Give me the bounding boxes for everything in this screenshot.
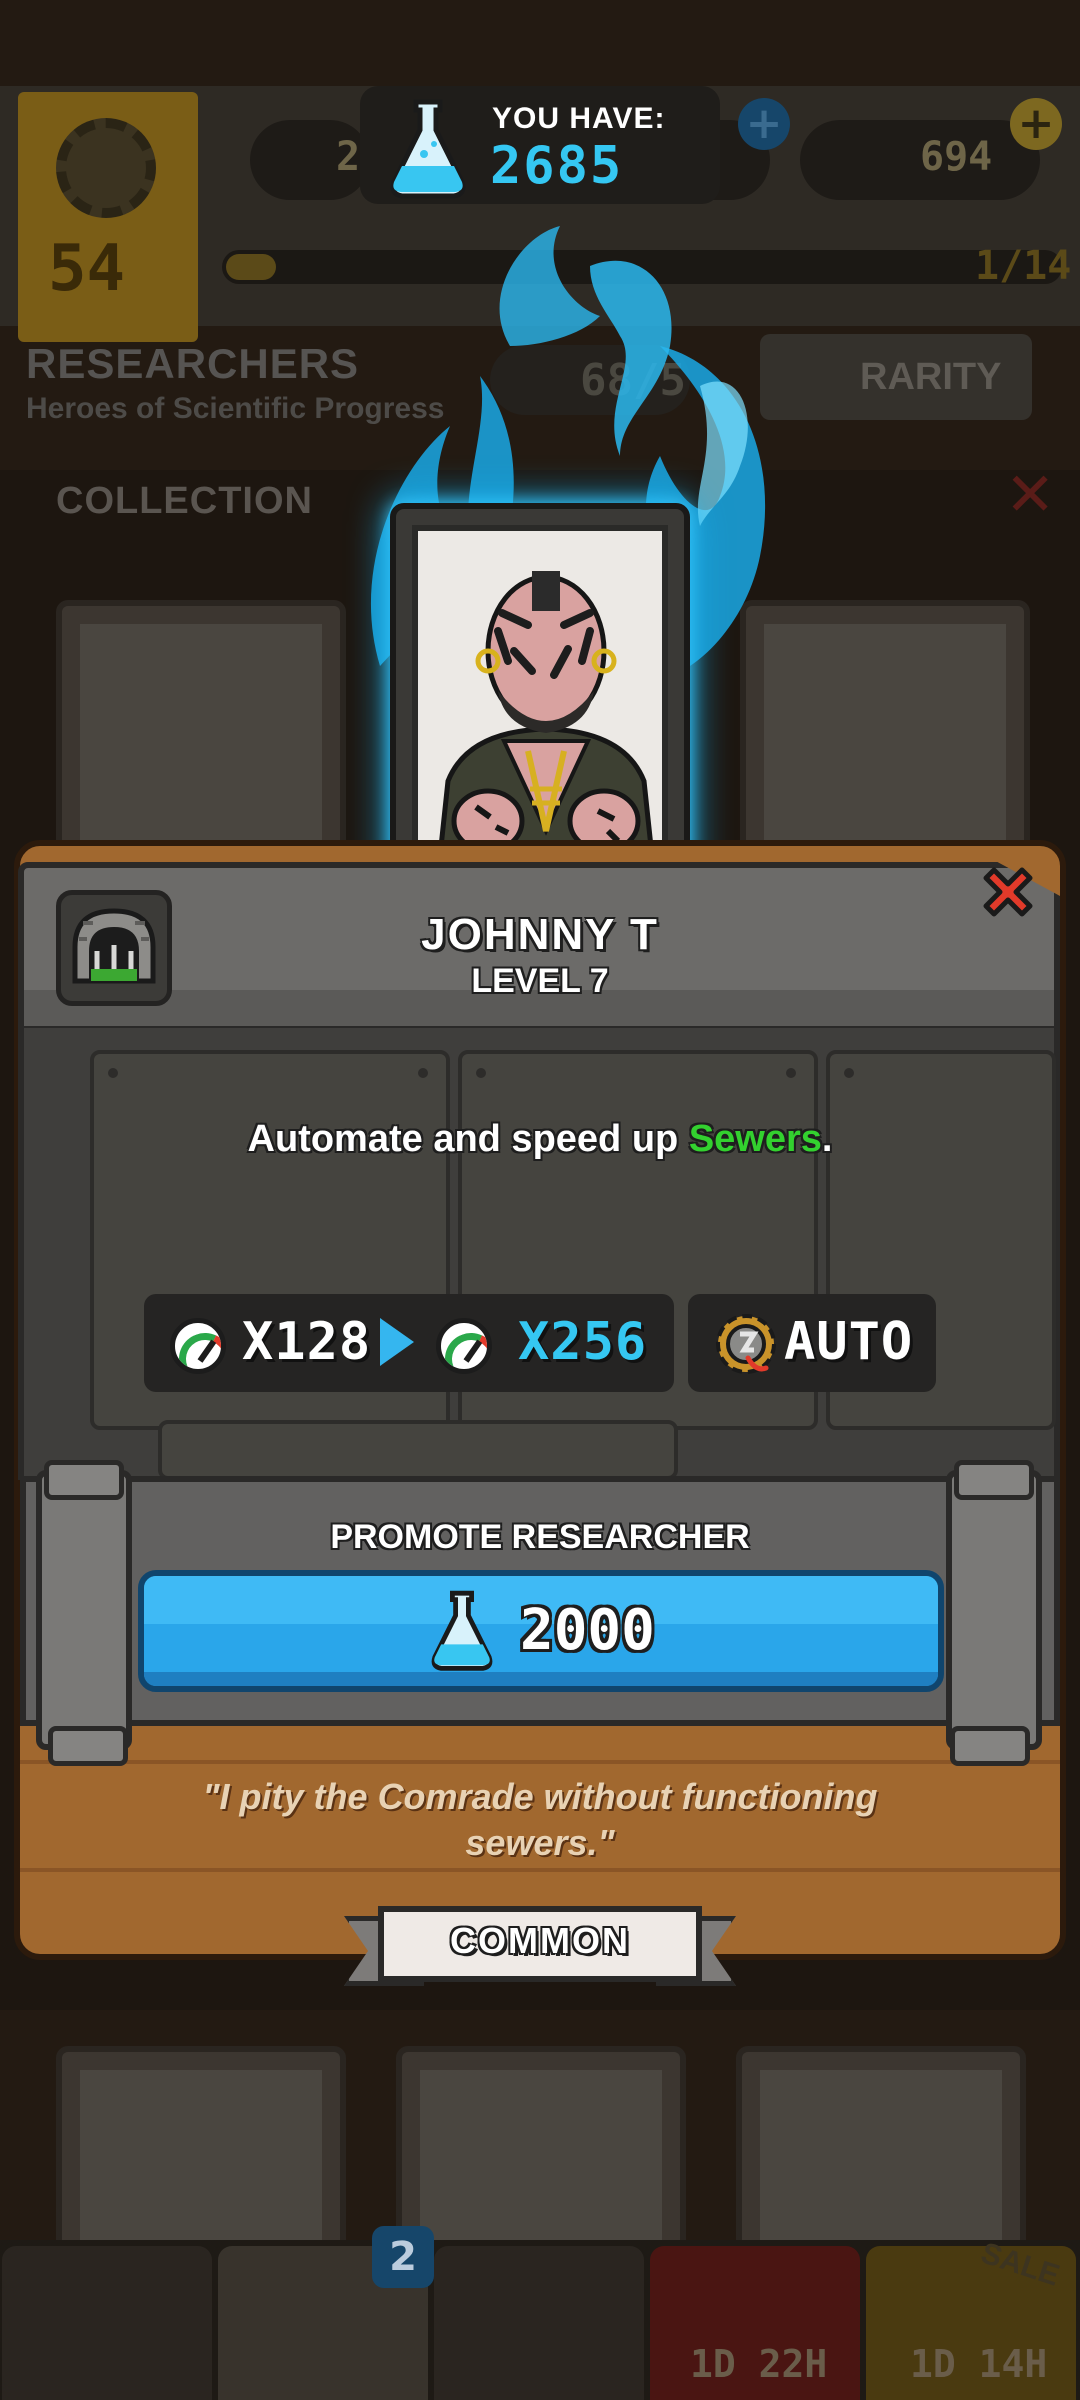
player-level: 54 [48,232,126,306]
speed-gauge-icon [436,1318,492,1374]
you-have-value: 2685 [490,136,624,196]
researcher-portrait-frame [390,503,690,891]
rarity-filter-label: RARITY [860,356,1002,398]
post-cap [950,1726,1030,1766]
researcher-name: JOHNNY T [421,910,659,959]
metal-panel [158,1420,678,1480]
rivet [418,1068,428,1078]
rarity-label: COMMON [450,1920,630,1961]
collection-label: COLLECTION [56,480,313,522]
promote-cost: 2000 [520,1598,655,1663]
add-gold-icon[interactable]: + [1010,98,1062,150]
gear-icon [56,118,156,218]
gold-value: 694 [920,134,993,180]
add-science-icon[interactable]: + [738,98,790,150]
rivet [844,1068,854,1078]
post-cap [48,1726,128,1766]
researcher-illustration [418,531,662,863]
ability-label: AUTO [784,1312,914,1372]
section-title: RESEARCHERS [26,340,360,387]
researcher-quote: "I pity the Comrade without functioning … [0,1774,1080,1866]
you-have-label: YOU HAVE: [492,102,666,135]
post-cap [44,1460,124,1500]
speed-from: X128 [242,1312,372,1372]
flask-icon [390,99,466,199]
close-dialog-button[interactable] [976,860,1040,924]
nav-tab-flag[interactable] [2,2246,212,2400]
level-progress-text: 1/14 [975,243,1072,289]
quote-line-2: sewers." [465,1822,615,1863]
rivet [786,1068,796,1078]
cards-badge: 2 [372,2226,434,2288]
cash-value: 2 [336,134,361,180]
nav-tab-files[interactable] [434,2246,644,2400]
quote-line-1: "I pity the Comrade without functioning [202,1776,878,1817]
shop-timer: 1D 14H [910,2342,1048,2386]
rivet [108,1068,118,1078]
researcher-level: LEVEL 7 [471,962,609,1000]
researcher-portrait [412,525,668,869]
researcher-description: Automate and speed up Sewers. [0,1118,1080,1161]
promote-label: PROMOTE RESEARCHER [330,1518,750,1556]
wood-grain [20,1868,1060,1872]
event-timer: 1D 22H [690,2342,828,2386]
promote-post-left [36,1470,132,1750]
speed-to: X256 [518,1312,648,1372]
automation-gear-icon [716,1314,776,1374]
button-shadow [144,1672,938,1686]
speed-gauge-icon [170,1318,226,1374]
description-prefix: Automate and speed up [247,1118,689,1160]
close-icon[interactable]: ✕ [1005,460,1055,530]
level-progress-fill [226,254,276,280]
wood-grain [20,1760,1060,1764]
post-cap [954,1460,1034,1500]
arrow-right-icon [380,1318,414,1366]
promote-post-right [946,1470,1042,1750]
flask-icon [431,1590,493,1671]
description-suffix: . [821,1118,833,1160]
rivet [476,1068,486,1078]
description-highlight: Sewers [688,1118,822,1160]
